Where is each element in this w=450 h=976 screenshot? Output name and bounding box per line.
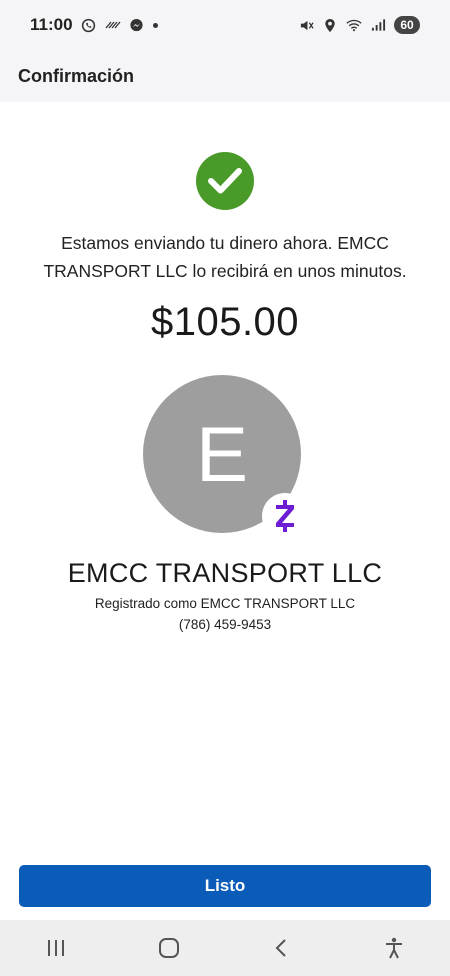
messenger-icon [129, 17, 145, 33]
recent-apps-icon[interactable] [26, 928, 86, 968]
wifi-icon [346, 17, 362, 33]
whatsapp-icon [81, 17, 97, 33]
mute-icon [298, 17, 314, 33]
missed-call-icon [105, 17, 121, 33]
recipient-phone: (786) 459-9453 [178, 617, 272, 632]
signal-icon [370, 17, 386, 33]
status-time: 11:00 [30, 15, 73, 34]
accessibility-icon[interactable] [364, 928, 424, 968]
checkmark-icon [196, 152, 254, 210]
notification-dot [152, 22, 158, 28]
avatar-letter: E [195, 409, 249, 498]
confirmation-message: Estamos enviando tu dinero ahora. EMCC T… [43, 233, 407, 281]
registered-as: Registrado como EMCC TRANSPORT LLC [94, 596, 356, 611]
location-icon [322, 17, 338, 33]
status-left: 11:00 [30, 15, 158, 35]
done-button[interactable]: Listo [19, 865, 431, 907]
amount: $105.00 [150, 300, 300, 344]
zelle-icon [262, 493, 308, 539]
home-icon[interactable] [139, 928, 199, 968]
nav-bar [0, 920, 450, 976]
recipient-name: EMCC TRANSPORT LLC [67, 558, 383, 588]
app-header: Confirmación [0, 50, 450, 102]
page-title: Confirmación [18, 65, 135, 86]
status-bar: 11:00 60 [0, 0, 450, 50]
battery-icon: 60 [394, 16, 420, 34]
back-icon[interactable] [251, 928, 311, 968]
status-right: 60 [298, 16, 420, 34]
